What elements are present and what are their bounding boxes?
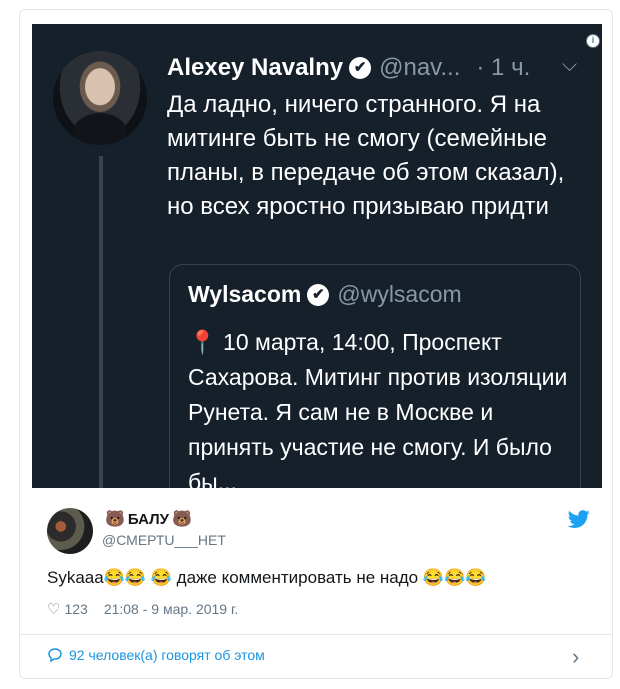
bear-emoji-left: 🐻 bbox=[105, 511, 125, 528]
embedded-author-handle: @nav... bbox=[379, 54, 461, 81]
divider bbox=[20, 634, 612, 635]
reply-author-handle[interactable]: @СМЕРТU___НЕТ bbox=[102, 532, 226, 548]
conversation-link[interactable]: 92 человек(а) говорят об этом bbox=[47, 647, 265, 663]
chevron-right-icon[interactable]: › bbox=[572, 644, 579, 670]
verified-icon: ✔ bbox=[307, 283, 330, 306]
embedded-tweet-card: Alexey Navalny ✔ @nav... · 1 ч. ⌵ Да лад… bbox=[19, 9, 613, 679]
pin-icon: 📍 bbox=[188, 329, 217, 355]
quoted-text-body: 10 марта, 14:00, Проспект Сахарова. Мити… bbox=[188, 329, 568, 488]
reply-author-name: БАЛУ bbox=[127, 510, 170, 528]
info-icon[interactable]: i bbox=[586, 34, 600, 48]
quoted-tweet: Wylsacom ✔ @wylsacom 📍 10 марта, 14:00, … bbox=[169, 264, 581, 488]
reply-header: 🐻 БАЛУ 🐻 @СМЕРТU___НЕТ bbox=[102, 509, 226, 549]
reply-timestamp[interactable]: 21:08 - 9 мар. 2019 г. bbox=[104, 601, 238, 617]
reply-text: Sykaaa😂😂 😂 даже комментировать не надо 😂… bbox=[47, 568, 487, 587]
quoted-author-handle: @wylsacom bbox=[337, 281, 462, 307]
reply-meta-row: ♡ 123 21:08 - 9 мар. 2019 г. bbox=[47, 600, 238, 618]
embedded-author-name: Alexey Navalny bbox=[167, 54, 344, 81]
speech-bubble-icon bbox=[48, 648, 62, 663]
navalny-avatar bbox=[53, 51, 147, 145]
thread-line bbox=[99, 156, 103, 488]
quoted-tweet-text: 📍 10 марта, 14:00, Проспект Сахарова. Ми… bbox=[188, 325, 574, 488]
embedded-tweet-text: Да ладно, ничего странного. Я на митинге… bbox=[167, 91, 565, 220]
embedded-time: · 1 ч. bbox=[476, 54, 531, 81]
verified-icon: ✔ bbox=[349, 57, 372, 79]
embedded-screenshot: Alexey Navalny ✔ @nav... · 1 ч. ⌵ Да лад… bbox=[32, 24, 602, 488]
embedded-author-row: Alexey Navalny ✔ @nav... · 1 ч. bbox=[167, 51, 530, 85]
heart-icon[interactable]: ♡ bbox=[47, 600, 60, 618]
like-count[interactable]: 123 bbox=[64, 601, 87, 617]
chevron-down-icon: ⌵ bbox=[562, 54, 578, 76]
reply-avatar[interactable] bbox=[47, 508, 93, 554]
quoted-author-row: Wylsacom ✔ @wylsacom bbox=[188, 281, 462, 308]
bear-emoji-right: 🐻 bbox=[172, 511, 192, 528]
quoted-author-name: Wylsacom bbox=[188, 281, 302, 307]
twitter-bird-icon[interactable] bbox=[567, 508, 591, 530]
conversation-label: 92 человек(а) говорят об этом bbox=[69, 647, 265, 663]
reply-name-row[interactable]: 🐻 БАЛУ 🐻 bbox=[102, 509, 226, 529]
